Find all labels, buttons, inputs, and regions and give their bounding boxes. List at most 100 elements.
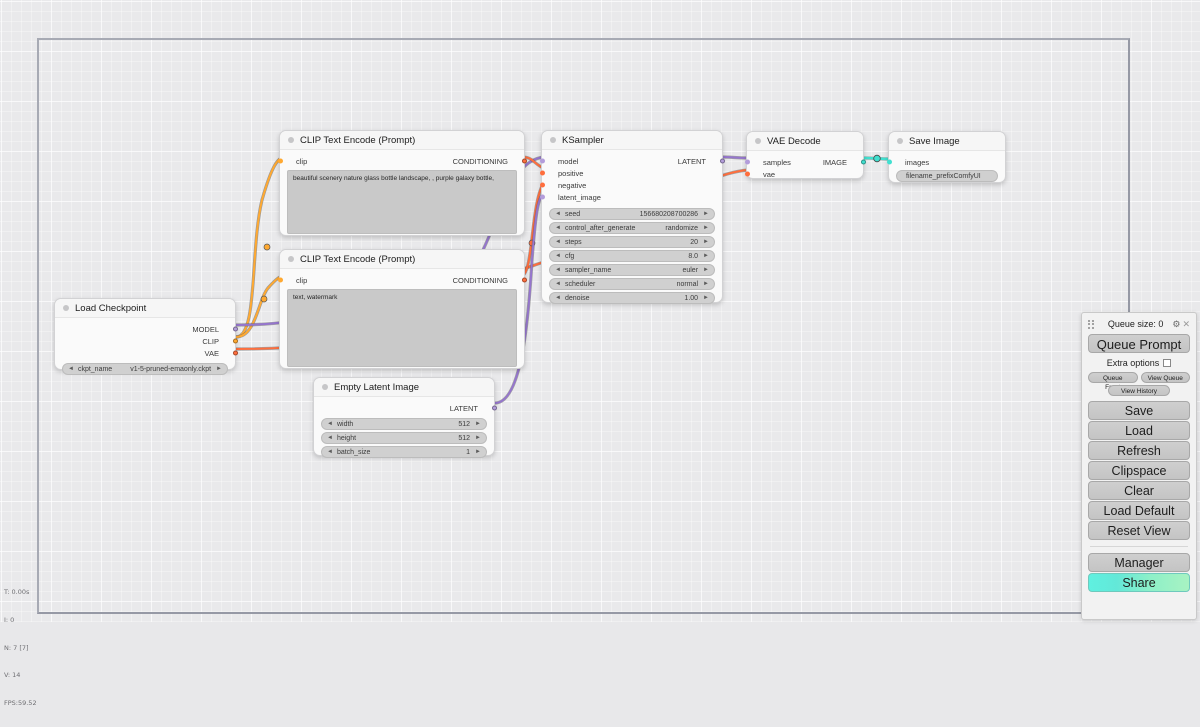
widget-value[interactable]: 512 xyxy=(458,435,470,442)
widget-steps[interactable]: ◄ steps 20 ► xyxy=(549,236,715,248)
node-ksampler[interactable]: KSampler model LATENT positive negative … xyxy=(541,130,723,303)
clipspace-button[interactable]: Clipspace xyxy=(1088,461,1190,480)
node-save-image[interactable]: Save Image images filename_prefix ComfyU… xyxy=(888,131,1006,183)
input-slot-clip[interactable]: clip CONDITIONING xyxy=(280,274,524,286)
decrement-arrow-icon[interactable]: ◄ xyxy=(68,366,74,372)
widget-value[interactable]: 1.00 xyxy=(684,295,698,302)
widget-value[interactable]: 1 xyxy=(466,449,470,456)
increment-arrow-icon[interactable]: ► xyxy=(216,366,222,372)
queue-front-button[interactable]: Queue Front xyxy=(1088,372,1138,383)
widget-value[interactable]: 156680208700286 xyxy=(640,211,698,218)
node-title-bar[interactable]: KSampler xyxy=(542,131,722,150)
widget-seed[interactable]: ◄ seed 156680208700286 ► xyxy=(549,208,715,220)
view-queue-button[interactable]: View Queue xyxy=(1141,372,1191,383)
decrement-arrow-icon[interactable]: ◄ xyxy=(555,295,561,301)
decrement-arrow-icon[interactable]: ◄ xyxy=(555,239,561,245)
increment-arrow-icon[interactable]: ► xyxy=(703,225,709,231)
widget-value[interactable]: ComfyUI xyxy=(953,173,980,180)
collapse-dot-icon[interactable] xyxy=(755,138,761,144)
extra-options-checkbox[interactable] xyxy=(1163,359,1171,367)
drag-handle-icon[interactable] xyxy=(1088,320,1095,329)
node-title-bar[interactable]: Empty Latent Image xyxy=(314,378,494,397)
node-graph-canvas[interactable]: CLIP Text Encode (Prompt) clip CONDITION… xyxy=(0,0,1200,622)
widget-scheduler[interactable]: ◄ scheduler normal ► xyxy=(549,278,715,290)
input-slot-model[interactable]: model LATENT xyxy=(542,155,722,167)
decrement-arrow-icon[interactable]: ◄ xyxy=(555,225,561,231)
widget-height[interactable]: ◄ height 512 ► xyxy=(321,432,487,444)
widget-value[interactable]: normal xyxy=(677,281,698,288)
clear-button[interactable]: Clear xyxy=(1088,481,1190,500)
increment-arrow-icon[interactable]: ► xyxy=(475,435,481,441)
widget-control-after-generate[interactable]: ◄ control_after_generate randomize ► xyxy=(549,222,715,234)
collapse-dot-icon[interactable] xyxy=(63,305,69,311)
queue-prompt-button[interactable]: Queue Prompt xyxy=(1088,334,1190,353)
decrement-arrow-icon[interactable]: ◄ xyxy=(555,281,561,287)
output-slot-vae[interactable]: VAE xyxy=(55,347,235,359)
output-slot-latent[interactable]: LATENT xyxy=(314,402,494,414)
close-icon[interactable]: ✕ xyxy=(1182,319,1190,330)
increment-arrow-icon[interactable]: ► xyxy=(703,267,709,273)
widget-cfg[interactable]: ◄ cfg 8.0 ► xyxy=(549,250,715,262)
decrement-arrow-icon[interactable]: ◄ xyxy=(555,267,561,273)
collapse-dot-icon[interactable] xyxy=(897,138,903,144)
menu-header[interactable]: Queue size: 0 ⚙ ✕ xyxy=(1088,317,1190,331)
node-vae-decode[interactable]: VAE Decode samples IMAGE vae xyxy=(746,131,864,179)
widget-denoise[interactable]: ◄ denoise 1.00 ► xyxy=(549,292,715,304)
widget-sampler-name[interactable]: ◄ sampler_name euler ► xyxy=(549,264,715,276)
decrement-arrow-icon[interactable]: ◄ xyxy=(327,449,333,455)
comfy-menu-panel[interactable]: Queue size: 0 ⚙ ✕ Queue Prompt Extra opt… xyxy=(1081,312,1197,620)
collapse-dot-icon[interactable] xyxy=(550,137,556,143)
output-slot-clip[interactable]: CLIP xyxy=(55,335,235,347)
collapse-dot-icon[interactable] xyxy=(288,137,294,143)
widget-value[interactable]: 20 xyxy=(690,239,698,246)
save-button[interactable]: Save xyxy=(1088,401,1190,420)
view-history-button[interactable]: View History xyxy=(1108,385,1170,396)
widget-value[interactable]: v1-5-pruned-emaonly.ckpt xyxy=(130,366,211,373)
widget-value[interactable]: randomize xyxy=(665,225,698,232)
node-empty-latent-image[interactable]: Empty Latent Image LATENT ◄ width 512 ► … xyxy=(313,377,495,456)
increment-arrow-icon[interactable]: ► xyxy=(475,449,481,455)
node-title-bar[interactable]: VAE Decode xyxy=(747,132,863,151)
input-slot-samples[interactable]: samples IMAGE xyxy=(747,156,863,168)
node-title-bar[interactable]: Save Image xyxy=(889,132,1005,151)
node-load-checkpoint[interactable]: Load Checkpoint MODEL CLIP VAE ◄ ckpt_na… xyxy=(54,298,236,370)
node-clip-text-encode-negative[interactable]: CLIP Text Encode (Prompt) clip CONDITION… xyxy=(279,249,525,369)
increment-arrow-icon[interactable]: ► xyxy=(703,239,709,245)
manager-button[interactable]: Manager xyxy=(1088,553,1190,572)
reset-view-button[interactable]: Reset View xyxy=(1088,521,1190,540)
refresh-button[interactable]: Refresh xyxy=(1088,441,1190,460)
collapse-dot-icon[interactable] xyxy=(322,384,328,390)
input-slot-latent-image[interactable]: latent_image xyxy=(542,191,722,203)
input-slot-clip[interactable]: clip CONDITIONING xyxy=(280,155,524,167)
increment-arrow-icon[interactable]: ► xyxy=(475,421,481,427)
widget-value[interactable]: 512 xyxy=(458,421,470,428)
decrement-arrow-icon[interactable]: ◄ xyxy=(327,435,333,441)
increment-arrow-icon[interactable]: ► xyxy=(703,281,709,287)
increment-arrow-icon[interactable]: ► xyxy=(703,295,709,301)
widget-width[interactable]: ◄ width 512 ► xyxy=(321,418,487,430)
load-button[interactable]: Load xyxy=(1088,421,1190,440)
widget-batch-size[interactable]: ◄ batch_size 1 ► xyxy=(321,446,487,458)
collapse-dot-icon[interactable] xyxy=(288,256,294,262)
decrement-arrow-icon[interactable]: ◄ xyxy=(327,421,333,427)
share-button[interactable]: Share xyxy=(1088,573,1190,592)
increment-arrow-icon[interactable]: ► xyxy=(703,211,709,217)
prompt-textarea[interactable]: beautiful scenery nature glass bottle la… xyxy=(287,170,517,234)
node-title-bar[interactable]: CLIP Text Encode (Prompt) xyxy=(280,131,524,150)
input-slot-positive[interactable]: positive xyxy=(542,167,722,179)
load-default-button[interactable]: Load Default xyxy=(1088,501,1190,520)
node-clip-text-encode-positive[interactable]: CLIP Text Encode (Prompt) clip CONDITION… xyxy=(279,130,525,236)
input-slot-images[interactable]: images xyxy=(889,156,1005,168)
widget-ckpt-name[interactable]: ◄ ckpt_name v1-5-pruned-emaonly.ckpt ► xyxy=(62,363,228,375)
output-slot-model[interactable]: MODEL xyxy=(55,323,235,335)
input-slot-negative[interactable]: negative xyxy=(542,179,722,191)
extra-options-row[interactable]: Extra options xyxy=(1088,356,1190,369)
decrement-arrow-icon[interactable]: ◄ xyxy=(555,211,561,217)
widget-filename-prefix[interactable]: filename_prefix ComfyUI xyxy=(896,170,998,182)
input-slot-vae[interactable]: vae xyxy=(747,168,863,180)
widget-value[interactable]: euler xyxy=(682,267,698,274)
node-title-bar[interactable]: Load Checkpoint xyxy=(55,299,235,318)
increment-arrow-icon[interactable]: ► xyxy=(703,253,709,259)
prompt-textarea[interactable]: text, watermark xyxy=(287,289,517,367)
widget-value[interactable]: 8.0 xyxy=(688,253,698,260)
